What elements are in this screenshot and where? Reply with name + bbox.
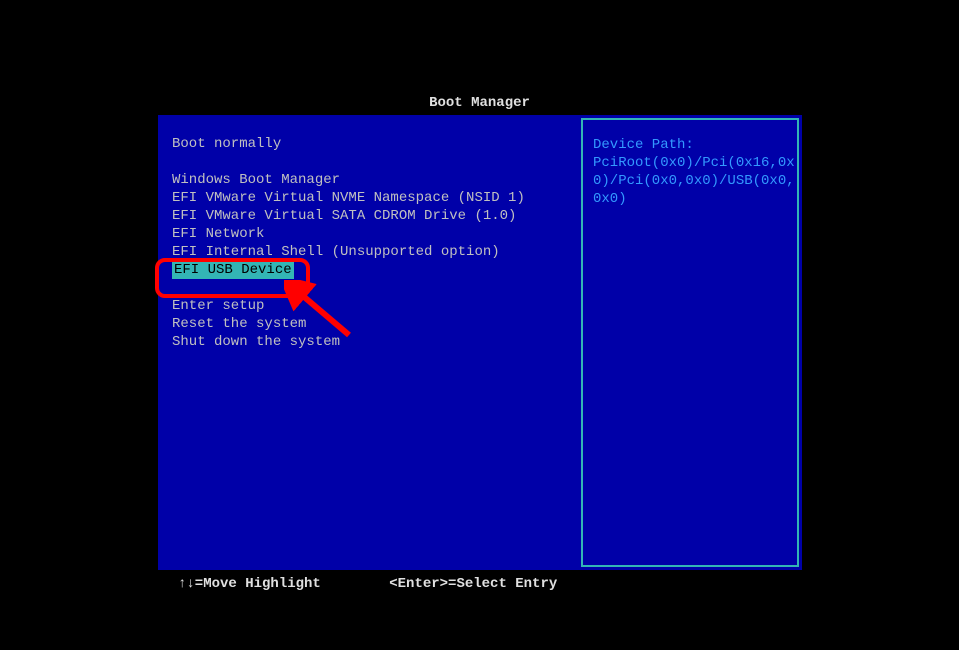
menu-boot-normally[interactable]: Boot normally bbox=[172, 135, 562, 153]
device-path-line: 0x0) bbox=[593, 190, 787, 208]
device-path-line: 0)/Pci(0x0,0x0)/USB(0x0, bbox=[593, 172, 787, 190]
footer-hints: ↑↓=Move Highlight <Enter>=Select Entry bbox=[178, 576, 617, 592]
menu-efi-usb-device[interactable]: EFI USB Device bbox=[172, 261, 294, 279]
device-path-panel: Device Path: PciRoot(0x0)/Pci(0x16,0x 0)… bbox=[581, 118, 799, 567]
page-title: Boot Manager bbox=[0, 95, 959, 111]
main-panel: Boot normally Windows Boot Manager EFI V… bbox=[158, 115, 802, 570]
menu-efi-network[interactable]: EFI Network bbox=[172, 225, 562, 243]
boot-menu: Boot normally Windows Boot Manager EFI V… bbox=[158, 115, 576, 570]
menu-reset-system[interactable]: Reset the system bbox=[172, 315, 562, 333]
hint-move: ↑↓=Move Highlight bbox=[178, 576, 321, 592]
menu-efi-nvme[interactable]: EFI VMware Virtual NVME Namespace (NSID … bbox=[172, 189, 562, 207]
device-path-line: PciRoot(0x0)/Pci(0x16,0x bbox=[593, 154, 787, 172]
device-path-header: Device Path: bbox=[593, 136, 787, 154]
menu-efi-internal-shell[interactable]: EFI Internal Shell (Unsupported option) bbox=[172, 243, 562, 261]
hint-select: <Enter>=Select Entry bbox=[389, 576, 557, 592]
menu-enter-setup[interactable]: Enter setup bbox=[172, 297, 562, 315]
menu-shutdown-system[interactable]: Shut down the system bbox=[172, 333, 562, 351]
menu-windows-boot-manager[interactable]: Windows Boot Manager bbox=[172, 171, 562, 189]
menu-efi-sata-cdrom[interactable]: EFI VMware Virtual SATA CDROM Drive (1.0… bbox=[172, 207, 562, 225]
